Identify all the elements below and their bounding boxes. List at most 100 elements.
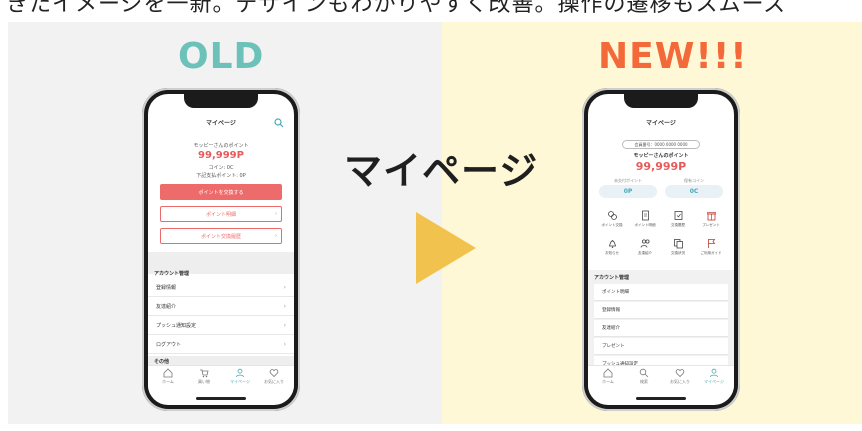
old-unused-line: 下記支払ポイント: 0P <box>196 173 246 179</box>
tab-favorites[interactable]: お気に入り <box>258 368 290 385</box>
menu-row-present[interactable]: プレゼント <box>594 338 728 355</box>
right-arrow-icon <box>416 212 476 284</box>
tab-home[interactable]: ホーム <box>152 368 184 385</box>
shortcut-grid: ポイント交換 ポイント明細 交換履歴 プレゼント お知らせ 友達紹介 交換状況 … <box>596 208 726 264</box>
chevron-right-icon: › <box>283 302 286 310</box>
other-section-label: その他 <box>154 359 170 365</box>
new-phone: マイページ 会員番号：0000 0000 0000 モッピーさんのポイント 99… <box>582 88 740 411</box>
caption-text: きたイメージを一新。デザインもわかりやすく改善。操作の遷移もスムーズ <box>6 0 787 17</box>
new-points-value: 99,999P <box>635 160 687 173</box>
stat-value-pending: 0P <box>599 185 657 198</box>
old-points-name: モッピーさんのポイント <box>193 143 249 149</box>
shortcut-invite[interactable]: 友達紹介 <box>629 236 661 262</box>
users-icon <box>640 239 650 248</box>
shortcut-label: ポイント交換 <box>601 223 623 227</box>
tab-label: マイページ <box>704 379 724 384</box>
point-detail-button[interactable]: ポイント明細 › <box>160 206 282 222</box>
heart-icon <box>269 369 279 378</box>
menu-row-label: 登録情報 <box>156 284 177 291</box>
cart-icon <box>200 369 209 378</box>
old-label: OLD <box>178 36 265 77</box>
center-title: マイページ <box>344 149 539 193</box>
shortcut-present[interactable]: プレゼント <box>695 208 727 234</box>
shortcut-guide[interactable]: ご利用ガイド <box>695 236 727 262</box>
tab-mypage[interactable]: マイページ <box>698 368 730 385</box>
exchange-icon <box>607 211 617 220</box>
menu-row-invite[interactable]: 友達紹介 › <box>148 297 294 316</box>
chevron-right-icon: › <box>275 211 277 217</box>
tab-label: お気に入り <box>264 379 284 384</box>
menu-row-push[interactable]: プッシュ通知設定 › <box>148 316 294 335</box>
menu-row-point-detail[interactable]: ポイント明細 <box>594 284 728 301</box>
flag-icon <box>707 239 715 248</box>
old-phone: マイページ モッピーさんのポイント 99,999P コイン: 0C 下記支払ポイ… <box>142 88 300 411</box>
menu-row-label: プレゼント <box>602 344 625 349</box>
search-icon[interactable] <box>274 118 284 128</box>
copy-icon <box>673 239 683 249</box>
tab-mypage[interactable]: マイページ <box>224 368 256 385</box>
shortcut-label: ご利用ガイド <box>700 251 722 255</box>
new-screen: マイページ 会員番号：0000 0000 0000 モッピーさんのポイント 99… <box>588 94 734 405</box>
old-points-value: 99,999P <box>198 150 244 161</box>
home-icon <box>163 368 173 378</box>
tab-label: ホーム <box>602 379 614 384</box>
menu-row-label: 登録情報 <box>602 308 620 313</box>
menu-row-label: ポイント明細 <box>602 290 629 295</box>
old-tab-bar: ホーム 買い物 マイページ お気に入り <box>148 365 294 395</box>
menu-row-label: プッシュ通知設定 <box>156 322 197 329</box>
home-indicator <box>196 397 246 400</box>
menu-row-invite[interactable]: 友達紹介 <box>594 320 728 337</box>
shortcut-label: 交換履歴 <box>671 223 685 227</box>
chevron-right-icon: › <box>283 340 286 348</box>
exchange-history-button[interactable]: ポイント交換履歴 › <box>160 228 282 244</box>
shortcut-status[interactable]: 交換状況 <box>662 236 694 262</box>
shortcut-label: ポイント明細 <box>634 223 656 227</box>
chevron-right-icon: › <box>275 233 277 239</box>
tab-label: ホーム <box>162 379 174 384</box>
exchange-history-label: ポイント交換履歴 <box>200 233 241 240</box>
shortcut-history[interactable]: 交換履歴 <box>662 208 694 234</box>
shortcut-exchange[interactable]: ポイント交換 <box>596 208 628 234</box>
home-indicator <box>636 397 686 400</box>
new-points-name: モッピーさんのポイント <box>633 153 689 159</box>
tab-shopping[interactable]: 買い物 <box>188 368 220 385</box>
tab-favorites[interactable]: お気に入り <box>664 368 696 385</box>
chevron-right-icon: › <box>283 321 286 329</box>
new-label: NEW!!! <box>598 36 748 77</box>
tab-home[interactable]: ホーム <box>592 368 624 385</box>
notch <box>184 94 258 108</box>
new-tab-bar: ホーム 検索 お気に入り マイページ <box>588 365 734 395</box>
menu-row-registration[interactable]: 登録情報 › <box>148 278 294 297</box>
menu-row-label: 友達紹介 <box>156 303 177 310</box>
shortcut-label: プレゼント <box>702 223 720 227</box>
menu-row-label: ログアウト <box>156 341 182 348</box>
shortcut-detail[interactable]: ポイント明細 <box>629 208 661 234</box>
old-coin-line: コイン: 0C <box>208 165 234 171</box>
user-icon <box>710 368 718 378</box>
account-section-label: アカウント管理 <box>594 275 630 281</box>
tab-search[interactable]: 検索 <box>628 368 660 385</box>
heart-icon <box>675 369 685 378</box>
account-section-label: アカウント管理 <box>154 271 190 277</box>
user-icon <box>236 368 244 378</box>
shortcut-label: 交換状況 <box>671 251 685 255</box>
menu-row-logout[interactable]: ログアウト › <box>148 335 294 354</box>
point-detail-label: ポイント明細 <box>205 211 236 218</box>
shortcut-notice[interactable]: お知らせ <box>596 236 628 262</box>
old-screen: マイページ モッピーさんのポイント 99,999P コイン: 0C 下記支払ポイ… <box>148 94 294 405</box>
shortcut-label: 友達紹介 <box>638 251 652 255</box>
chevron-right-icon: › <box>283 283 286 291</box>
tab-label: 検索 <box>640 379 648 384</box>
history-icon <box>674 211 682 220</box>
menu-row-registration[interactable]: 登録情報 <box>594 302 728 319</box>
tab-label: マイページ <box>230 379 250 384</box>
tab-label: 買い物 <box>198 379 210 384</box>
notch <box>624 94 698 108</box>
stat-value-coins: 0C <box>665 185 723 198</box>
exchange-points-button[interactable]: ポイントを交換する <box>160 184 282 200</box>
tab-label: お気に入り <box>670 379 690 384</box>
menu-row-label: 友達紹介 <box>602 326 620 331</box>
caption-strip: きたイメージを一新。デザインもわかりやすく改善。操作の遷移もスムーズ <box>0 0 862 22</box>
new-header-title: マイページ <box>646 120 676 127</box>
member-number-pill: 会員番号：0000 0000 0000 <box>622 140 700 149</box>
